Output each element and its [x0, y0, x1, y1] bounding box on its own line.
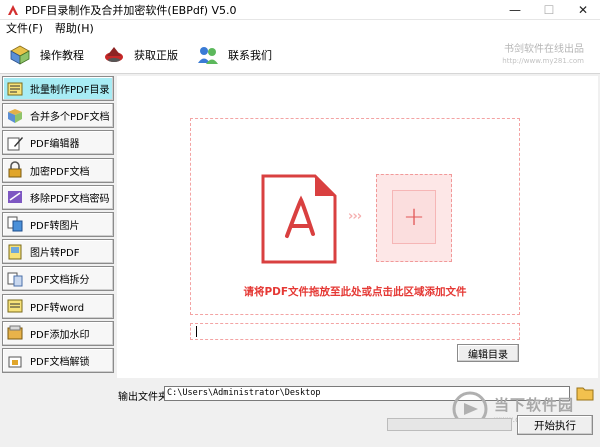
pdf-to-image-icon: [6, 215, 24, 233]
plus-icon: +: [392, 190, 436, 244]
maximize-button[interactable]: ☐: [532, 0, 566, 20]
app-logo-icon: [6, 3, 20, 17]
sidebar-item-pdf-to-image[interactable]: PDF转图片: [2, 211, 114, 237]
menu-help[interactable]: 帮助(H): [55, 20, 94, 36]
sidebar-item-label: PDF文档拆分: [30, 275, 90, 287]
sidebar: 批量制作PDF目录 合并多个PDF文档 PDF编辑器 加密PDF文档 移除PDF…: [2, 76, 114, 378]
sidebar-item-remove-password[interactable]: 移除PDF文档密码: [2, 184, 114, 210]
sidebar-item-label: 批量制作PDF目录: [30, 85, 110, 96]
tutorial-icon: [8, 43, 32, 67]
title-bar: PDF目录制作及合并加密软件(EBPdf) V5.0 — ☐ ✕: [0, 0, 600, 20]
arrows-icon: ›››: [348, 209, 362, 224]
drop-hint-text: 请将PDF文件拖放至此处或点击此区域添加文件: [243, 286, 467, 298]
watermark-title: 当下软件园: [494, 396, 575, 414]
get-license-icon: [102, 43, 126, 67]
minimize-button[interactable]: —: [498, 0, 532, 20]
unlock-pdf-icon: [6, 351, 24, 369]
encrypt-pdf-icon: [6, 161, 24, 179]
start-run-button[interactable]: 开始执行: [517, 415, 593, 435]
contact-label: 联系我们: [228, 48, 272, 62]
batch-toc-icon: [6, 80, 24, 98]
sidebar-item-watermark[interactable]: PDF添加水印: [2, 320, 114, 346]
pdf-editor-icon: [6, 134, 24, 152]
add-file-area[interactable]: +: [376, 174, 452, 262]
sidebar-item-encrypt-pdf[interactable]: 加密PDF文档: [2, 157, 114, 183]
get-license-label: 获取正版: [134, 48, 178, 62]
sidebar-item-label: 加密PDF文档: [30, 166, 90, 178]
menu-bar: 文件(F) 帮助(H): [0, 20, 600, 36]
pdf-file-icon: [261, 174, 337, 267]
sidebar-item-label: PDF转图片: [30, 220, 80, 232]
sidebar-item-label: PDF编辑器: [30, 139, 80, 151]
main-panel: ››› + 请将PDF文件拖放至此处或点击此区域添加文件 编辑目录: [117, 76, 598, 378]
brand-info: 书剑软件在线出品 http://www.my281.com: [502, 40, 584, 65]
toolbar: 操作教程 获取正版 联系我们 书剑软件在线出品 http://www.my281…: [0, 36, 600, 74]
remove-password-icon: [6, 188, 24, 206]
brand-url: http://www.my281.com: [502, 57, 584, 65]
window-title: PDF目录制作及合并加密软件(EBPdf) V5.0: [25, 3, 237, 17]
sidebar-item-label: 合并多个PDF文档: [30, 112, 110, 124]
progress-bar: [387, 418, 512, 431]
file-path-input[interactable]: [190, 323, 520, 340]
edit-toc-button[interactable]: 编辑目录: [457, 344, 519, 362]
tutorial-label: 操作教程: [40, 48, 84, 62]
sidebar-item-batch-toc[interactable]: 批量制作PDF目录: [2, 76, 114, 101]
sidebar-item-label: PDF文档解锁: [30, 356, 90, 368]
close-button[interactable]: ✕: [566, 0, 600, 20]
merge-pdf-icon: [6, 107, 24, 125]
watermark-icon: [6, 324, 24, 342]
menu-file[interactable]: 文件(F): [6, 20, 43, 36]
get-license-button[interactable]: 获取正版: [102, 40, 178, 70]
sidebar-item-label: PDF添加水印: [30, 329, 90, 341]
sidebar-item-unlock-pdf[interactable]: PDF文档解锁: [2, 347, 114, 373]
sidebar-item-pdf-to-word[interactable]: PDF转word: [2, 293, 114, 319]
contact-icon: [196, 43, 220, 67]
sidebar-item-label: PDF转word: [30, 302, 85, 314]
text-caret: [196, 326, 197, 337]
sidebar-item-merge-pdf[interactable]: 合并多个PDF文档: [2, 103, 114, 129]
sidebar-item-split-pdf[interactable]: PDF文档拆分: [2, 266, 114, 292]
sidebar-item-image-to-pdf[interactable]: 图片转PDF: [2, 239, 114, 265]
sidebar-item-label: 移除PDF文档密码: [30, 193, 110, 205]
split-pdf-icon: [6, 270, 24, 288]
pdf-to-word-icon: [6, 297, 24, 315]
brand-name: 书剑软件在线出品: [504, 44, 584, 55]
image-to-pdf-icon: [6, 243, 24, 261]
sidebar-item-pdf-editor[interactable]: PDF编辑器: [2, 130, 114, 156]
output-folder-label: 输出文件夹: [118, 392, 168, 403]
pdf-drop-zone[interactable]: ››› + 请将PDF文件拖放至此处或点击此区域添加文件: [190, 118, 520, 315]
tutorial-button[interactable]: 操作教程: [8, 40, 84, 70]
sidebar-item-label: 图片转PDF: [30, 248, 80, 260]
contact-button[interactable]: 联系我们: [196, 40, 272, 70]
